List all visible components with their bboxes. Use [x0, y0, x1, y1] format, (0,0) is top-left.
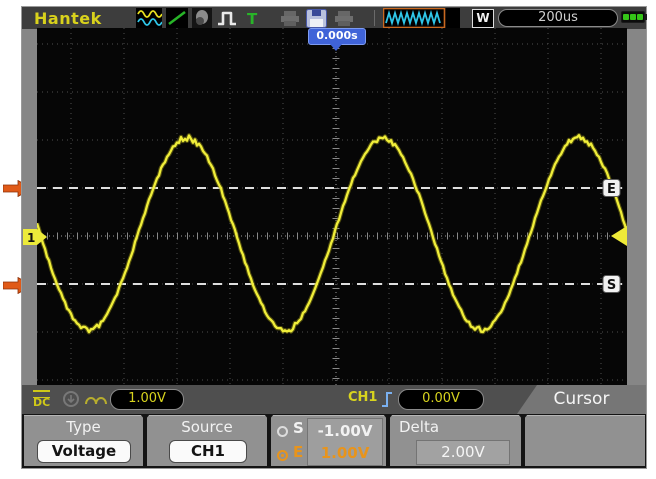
- trigger-t-indicator: T: [247, 10, 257, 28]
- type-label: Type: [24, 418, 143, 436]
- separator-notch: [140, 414, 150, 420]
- cursor-s-radio[interactable]: [277, 422, 288, 441]
- svg-text:S: S: [607, 278, 616, 293]
- separator-notch: [518, 414, 528, 420]
- battery-tip: [645, 14, 647, 20]
- print-icon[interactable]: [280, 8, 300, 28]
- print-icon-2[interactable]: [334, 8, 354, 28]
- trigger-source-label: CH1: [348, 390, 377, 405]
- channel1-marker[interactable]: 1: [23, 228, 49, 246]
- w-indicator: W: [472, 9, 494, 28]
- timebase-readout: 200us: [498, 9, 618, 27]
- cursor-values-panel: -1.00V 1.00V: [307, 418, 383, 466]
- cursor-e-value: 1.00V: [308, 444, 382, 462]
- rising-edge-icon: [380, 389, 396, 409]
- dual-waveform-icon: [136, 8, 162, 28]
- menu-delta-box: Delta 2.00V: [390, 415, 521, 466]
- separator-notch: [264, 414, 274, 420]
- svg-text:E: E: [607, 182, 616, 197]
- menu-empty-box[interactable]: [525, 415, 645, 466]
- slope-icon: [166, 8, 188, 28]
- cursor-s-value: -1.00V: [308, 422, 382, 440]
- trigger-position-pointer: [330, 44, 342, 51]
- menu-title-tab[interactable]: Cursor: [517, 385, 646, 414]
- left-bezel: [22, 29, 37, 385]
- cursor-s-label: S: [293, 419, 304, 437]
- source-value[interactable]: CH1: [169, 440, 247, 463]
- menu-type-box[interactable]: Type Voltage: [24, 415, 143, 466]
- signal-preview-icon: [383, 8, 460, 28]
- delta-value: 2.00V: [416, 440, 510, 465]
- pulse-icon: [216, 8, 242, 28]
- ch1-scale-readout: 1.00V: [110, 389, 184, 410]
- type-value[interactable]: Voltage: [37, 440, 131, 463]
- oscilloscope-screen: Hantek T: [22, 7, 646, 468]
- display-icon: [192, 8, 212, 28]
- cursor-e-marker[interactable]: E: [603, 180, 620, 198]
- invert-icon: [84, 392, 108, 406]
- bottom-status-bar: DC 1.00V CH1 0.00V Cursor: [22, 385, 646, 414]
- trigger-level-readout: 0.00V: [398, 389, 484, 410]
- menu-source-box[interactable]: Source CH1: [147, 415, 267, 466]
- bandwidth-icon: [62, 390, 80, 408]
- menu-cursor-select-box: -1.00V 1.00V S E: [271, 415, 386, 466]
- waveform-display: E S: [37, 28, 627, 385]
- svg-text:1: 1: [27, 231, 35, 245]
- battery-icon: [621, 11, 645, 23]
- brand-logo: Hantek: [34, 9, 102, 28]
- delta-label: Delta: [399, 418, 439, 436]
- top-status-bar: Hantek T: [22, 7, 646, 30]
- cursor-e-label: E: [293, 443, 303, 461]
- source-label: Source: [147, 418, 267, 436]
- trigger-position-marker[interactable]: 0.000s: [308, 28, 366, 45]
- save-icon[interactable]: [306, 8, 327, 28]
- cursor-e-radio[interactable]: [277, 446, 288, 465]
- coupling-icon: DC: [31, 389, 57, 409]
- softkey-menu: Type Voltage Source CH1 -1.00V 1.00V S E…: [22, 414, 646, 468]
- topbar-divider: [374, 10, 375, 26]
- separator-notch: [383, 414, 393, 420]
- cursor-s-marker[interactable]: S: [603, 276, 620, 294]
- manual-figure: Hantek T: [0, 0, 656, 479]
- right-bezel: [627, 29, 646, 385]
